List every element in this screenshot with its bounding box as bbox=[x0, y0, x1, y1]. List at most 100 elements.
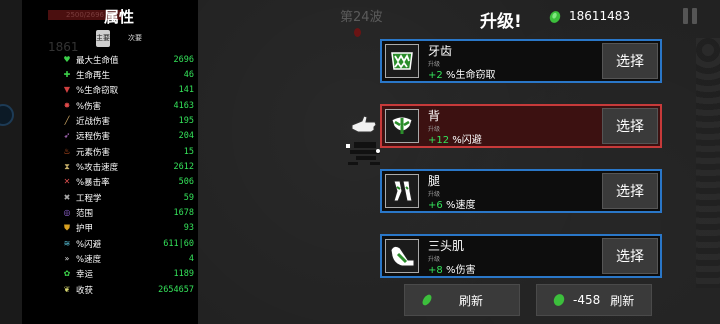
stat-label: 范围 bbox=[76, 209, 94, 220]
stat-row: ♥ 最大生命值 2696 bbox=[62, 52, 194, 67]
dodge-icon: ≋ bbox=[63, 238, 71, 248]
shield-icon: ⛊ bbox=[64, 223, 70, 233]
pause-icon-bar bbox=[692, 8, 697, 24]
stat-value: 1189 bbox=[173, 269, 194, 280]
plus-heart-icon: ✚ bbox=[63, 70, 71, 80]
ranged-icon: ➶ bbox=[63, 131, 71, 141]
pause-icon bbox=[683, 8, 688, 24]
stat-label: %暴击率 bbox=[76, 178, 110, 189]
stat-row: ✖ 工程学 59 bbox=[62, 190, 194, 205]
stat-label: %伤害 bbox=[76, 101, 102, 112]
triceps-icon bbox=[385, 239, 419, 273]
stat-label: 远程伤害 bbox=[76, 132, 111, 143]
reroll-paid-button[interactable]: -458 刷新 bbox=[536, 284, 652, 316]
wave-counter: 第24波 bbox=[340, 10, 383, 25]
stat-label: 工程学 bbox=[76, 193, 102, 204]
stat-value: 93 bbox=[183, 223, 194, 234]
stat-value: 2654657 bbox=[158, 284, 194, 295]
harvest-icon: ❦ bbox=[63, 284, 71, 294]
side-handle[interactable] bbox=[0, 104, 14, 126]
stat-row: ❦ 收获 2654657 bbox=[62, 282, 194, 297]
stat-row: » %速度 4 bbox=[62, 251, 194, 266]
hourglass-icon: ⧗ bbox=[64, 162, 70, 172]
legs-icon bbox=[385, 174, 419, 208]
stat-label: 生命再生 bbox=[76, 71, 111, 82]
fang-icon: ▼ bbox=[63, 85, 71, 95]
stat-row: ≋ %闪避 611|60 bbox=[62, 236, 194, 251]
card-amount: +12 bbox=[428, 135, 450, 146]
stat-value: 204 bbox=[178, 131, 194, 142]
stat-row: ◎ 范围 1678 bbox=[62, 205, 195, 220]
card-amount: +2 bbox=[428, 70, 443, 81]
stat-value: 4 bbox=[188, 254, 194, 265]
stat-value: 2696 bbox=[173, 54, 194, 65]
stats-title: 属性 bbox=[104, 8, 135, 26]
reroll-label: 刷新 bbox=[459, 293, 484, 308]
heart-icon: ♥ bbox=[63, 54, 71, 64]
stat-value: 46 bbox=[183, 70, 194, 81]
enemy-marker bbox=[354, 28, 361, 37]
upgrade-card-triceps: 三头肌 升级 +8 %伤害 选择 bbox=[380, 234, 662, 278]
stat-label: %攻击速度 bbox=[76, 163, 119, 174]
stat-row: ➶ 远程伤害 204 bbox=[62, 129, 194, 144]
choose-button[interactable]: 选择 bbox=[602, 43, 658, 79]
range-icon: ◎ bbox=[63, 208, 71, 218]
pause-button[interactable] bbox=[680, 6, 700, 26]
hand-pointer-icon bbox=[351, 115, 377, 133]
wrench-icon: ✖ bbox=[63, 192, 71, 202]
stat-value: 1678 bbox=[173, 208, 194, 219]
card-amount: +8 bbox=[428, 265, 443, 276]
stat-label: %生命窃取 bbox=[76, 86, 119, 97]
reroll-free-button[interactable]: 刷新 bbox=[404, 284, 520, 316]
stat-label: %闪避 bbox=[76, 239, 102, 250]
stat-row: ✿ 幸运 1189 bbox=[62, 267, 194, 282]
card-amount: +6 bbox=[428, 200, 443, 211]
reroll-label: 刷新 bbox=[610, 293, 635, 308]
stat-row: ✕ %暴击率 506 bbox=[62, 175, 194, 190]
choose-button[interactable]: 选择 bbox=[602, 238, 658, 274]
material-icon bbox=[549, 11, 561, 23]
card-stat: %生命窃取 bbox=[445, 70, 496, 81]
stat-row: ⧗ %攻击速度 2612 bbox=[62, 159, 194, 174]
reroll-cost: -458 bbox=[573, 293, 601, 307]
game-screen: 第24波 2500/2696 1861 属性 主要 次要 ♥ 最大生命值 2696 ✚… bbox=[0, 0, 720, 324]
card-name: 牙齿 bbox=[428, 44, 453, 58]
tab-secondary[interactable]: 次要 bbox=[126, 30, 144, 47]
crit-icon: ✕ bbox=[63, 177, 71, 187]
player-character bbox=[346, 142, 380, 165]
stat-label: 收获 bbox=[76, 285, 94, 296]
stat-row: ♨ 元素伤害 15 bbox=[62, 144, 194, 159]
choose-button[interactable]: 选择 bbox=[602, 108, 658, 144]
stat-value: 506 bbox=[178, 177, 194, 188]
upgrade-card-back: 背 升级 +12 %闪避 选择 bbox=[380, 104, 662, 148]
card-stat: %闪避 bbox=[452, 135, 482, 146]
melee-icon: ╱ bbox=[64, 116, 70, 126]
stat-label: 近战伤害 bbox=[76, 117, 111, 128]
arena-bushes bbox=[696, 38, 720, 288]
stat-row: ▼ %生命窃取 141 bbox=[62, 83, 194, 98]
upgrade-card-teeth: 牙齿 升级 +2 %生命窃取 选择 bbox=[380, 39, 662, 83]
card-effect: +12 %闪避 bbox=[428, 131, 482, 146]
stat-row: ✚ 生命再生 46 bbox=[62, 67, 194, 82]
card-name: 腿 bbox=[428, 174, 441, 188]
stat-value: 2612 bbox=[173, 162, 194, 173]
card-effect: +8 %伤害 bbox=[428, 261, 475, 276]
stat-value: 611|60 bbox=[163, 238, 194, 249]
damage-icon: ✸ bbox=[63, 100, 71, 110]
stat-label: 最大生命值 bbox=[76, 55, 119, 66]
stat-label: 幸运 bbox=[76, 270, 94, 281]
luck-icon: ✿ bbox=[63, 269, 71, 279]
stat-label: 护甲 bbox=[76, 224, 94, 235]
stat-value: 141 bbox=[178, 85, 194, 96]
tab-primary[interactable]: 主要 bbox=[96, 30, 110, 47]
stat-value: 59 bbox=[183, 192, 194, 203]
upgrade-title: 升级! bbox=[480, 12, 522, 32]
stat-value: 4163 bbox=[173, 100, 194, 111]
stat-label: %速度 bbox=[76, 255, 102, 266]
stat-row: ╱ 近战伤害 195 bbox=[62, 113, 194, 128]
back-icon bbox=[385, 109, 419, 143]
choose-button[interactable]: 选择 bbox=[602, 173, 658, 209]
material-icon bbox=[422, 294, 432, 306]
card-effect: +2 %生命窃取 bbox=[428, 66, 495, 81]
card-name: 背 bbox=[428, 109, 441, 123]
